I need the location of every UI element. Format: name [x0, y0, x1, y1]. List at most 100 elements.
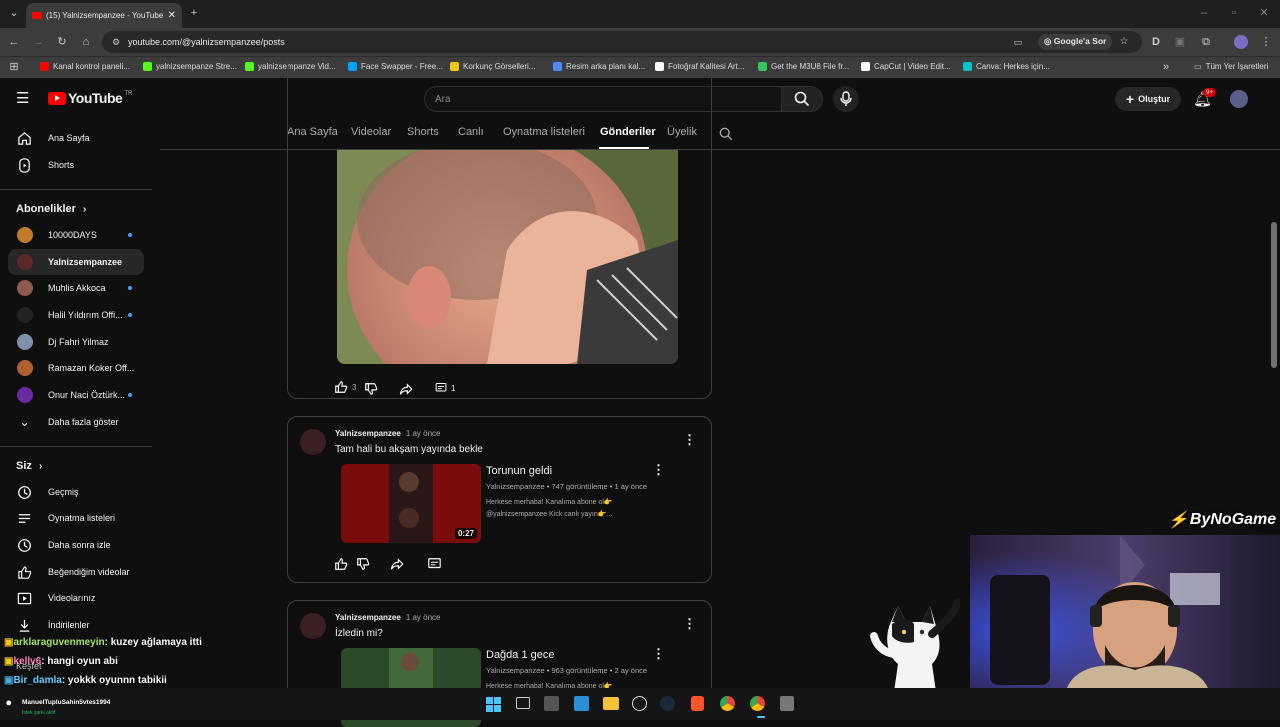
bookmark-8[interactable]: CapCut | Video Edit...	[861, 62, 951, 71]
thumbs-down-icon[interactable]	[364, 382, 378, 396]
close-window-icon[interactable]: ✕	[1256, 6, 1272, 20]
bookmark-favicon-icon	[143, 62, 152, 71]
thumbs-up-icon[interactable]	[334, 557, 348, 571]
brave-icon[interactable]	[691, 696, 704, 711]
windows-start-icon[interactable]	[486, 697, 501, 712]
post-text: İzledin mi?	[335, 628, 383, 639]
home-icon[interactable]: ⌂	[78, 35, 94, 49]
voice-search-button[interactable]	[833, 86, 859, 112]
bookmark-1[interactable]: yalnizsempanze Stre...	[143, 62, 237, 71]
sidebar-item-watch-later[interactable]: Daha sonra izle	[8, 532, 144, 558]
video-menu-icon[interactable]: ⋮	[652, 463, 665, 476]
video-thumbnail[interactable]: 0:27	[341, 464, 481, 543]
chrome-profile-icon[interactable]	[750, 696, 765, 711]
sidebar-item-label: Muhlis Akkoca	[48, 283, 106, 293]
youtube-logo[interactable]: YouTube TR	[48, 90, 132, 106]
extension-icon[interactable]: ▣	[1172, 35, 1188, 49]
search-button[interactable]	[781, 86, 823, 112]
extension-d-icon[interactable]: D	[1148, 35, 1164, 49]
close-tab-icon[interactable]: ✕	[168, 10, 176, 21]
file-explorer-icon[interactable]	[603, 697, 619, 710]
page-scrollbar-thumb[interactable]	[1271, 222, 1277, 368]
sidebar-item-label: Shorts	[48, 160, 75, 170]
comments-button[interactable]: 1	[435, 382, 455, 394]
bookmark-7[interactable]: Get the M3U8 File fr...	[758, 62, 849, 71]
post-menu-icon[interactable]: ⋮	[683, 433, 696, 446]
chrome-icon[interactable]	[720, 696, 735, 711]
cat-sticker	[870, 598, 960, 692]
sidebar-item-history[interactable]: Geçmiş	[8, 479, 144, 505]
sidebar-sub-halil-yildirim[interactable]: Halil Yıldırım Offi...	[8, 302, 144, 328]
youtube-wordmark: YouTube	[68, 90, 123, 106]
video-title[interactable]: Dağda 1 gece	[486, 649, 555, 661]
bookmark-9[interactable]: Canva: Herkes için...	[963, 62, 1050, 71]
channel-avatar[interactable]	[300, 429, 326, 455]
app-icon[interactable]	[544, 696, 559, 711]
folder-icon: ▭	[1194, 62, 1202, 71]
app-icon[interactable]	[780, 696, 794, 711]
sidebar-item-liked-videos[interactable]: Beğendiğim videolar	[8, 559, 144, 585]
post-channel-name[interactable]: Yalnizsempanzee 1 ay önce	[335, 613, 441, 622]
chrome-menu-icon[interactable]: ⋮	[1258, 35, 1274, 49]
channel-avatar	[17, 387, 33, 403]
task-view-icon[interactable]	[516, 697, 530, 709]
bookmark-star-icon[interactable]: ☆	[1116, 35, 1132, 49]
sidebar-sub-onur-naci-ozturk[interactable]: Onur Naci Öztürk...	[8, 382, 144, 408]
subscriptions-header[interactable]: Abonelikler ›	[16, 203, 86, 215]
site-info-icon[interactable]: ⚙	[108, 35, 124, 49]
thumbs-down-icon[interactable]	[356, 557, 370, 571]
address-bar[interactable]: ⚙ youtube.com/@yalnizsempanzee/posts ▭ ◎…	[102, 31, 1142, 53]
sidebar-sub-dj-fahri-yilmaz[interactable]: Dj Fahri Yilmaz	[8, 329, 144, 355]
all-bookmarks-folder[interactable]: ▭ Tüm Yer İşaretleri	[1194, 62, 1268, 71]
bookmark-label: CapCut | Video Edit...	[874, 62, 951, 71]
windows-taskbar: ⦁ ManuelTupluSahin5vtes1994 İstek şarkı …	[0, 688, 1280, 720]
back-icon[interactable]: ←	[6, 35, 22, 49]
sidebar-item-shorts[interactable]: Shorts	[8, 152, 144, 178]
sidebar-item-downloads[interactable]: İndirilenler	[8, 612, 144, 638]
channel-search-icon[interactable]	[719, 127, 733, 141]
new-tab-icon[interactable]: +	[186, 6, 202, 20]
photos-icon[interactable]	[574, 696, 589, 711]
post-menu-icon[interactable]: ⋮	[683, 617, 696, 630]
post-image[interactable]	[337, 150, 678, 364]
extensions-puzzle-icon[interactable]: ⧉	[1198, 35, 1214, 49]
share-icon[interactable]	[390, 557, 405, 571]
steam-icon[interactable]	[660, 696, 675, 711]
browser-tab[interactable]: (15) Yalnizsempanzee - YouTube ✕	[26, 3, 182, 28]
sidebar-sub-10000days[interactable]: 10000DAYS	[8, 222, 144, 248]
sidebar-sub-ramazan-koker[interactable]: Ramazan Koker Off...	[8, 355, 144, 381]
post-channel-name[interactable]: Yalnizsempanzee 1 ay önce	[335, 429, 441, 438]
sidebar-item-playlists[interactable]: Oynatma listeleri	[8, 505, 144, 531]
cast-icon[interactable]: ▭	[1010, 35, 1026, 49]
you-header[interactable]: Siz ›	[16, 460, 42, 472]
apps-grid-icon[interactable]: ⊞	[6, 60, 22, 74]
share-icon[interactable]	[399, 382, 414, 396]
ask-google-button[interactable]: ◎ Google'a Sor	[1038, 34, 1113, 50]
show-more-button[interactable]: ⌄ Daha fazla göster	[8, 409, 144, 435]
minimize-icon[interactable]: –	[1196, 6, 1212, 20]
post-text: Tam hali bu akşam yayında bekle	[335, 444, 483, 455]
tab-title: (15) Yalnizsempanzee - YouTube	[46, 11, 164, 20]
video-menu-icon[interactable]: ⋮	[652, 647, 665, 660]
hamburger-menu-icon[interactable]: ☰	[16, 91, 29, 106]
sidebar-item-your-videos[interactable]: Videolarınız	[8, 585, 144, 611]
comment-count: 1	[451, 383, 456, 393]
region-code: TR	[124, 91, 133, 97]
sidebar-sub-muhlis-akkoca[interactable]: Muhlis Akkoca	[8, 275, 144, 301]
restore-icon[interactable]: ▫	[1226, 6, 1242, 20]
profile-avatar[interactable]	[1234, 35, 1248, 49]
comment-icon[interactable]	[427, 557, 442, 571]
channel-avatar[interactable]	[300, 613, 326, 639]
tab-search-icon[interactable]: ⌄	[6, 6, 22, 20]
reload-icon[interactable]: ↻	[54, 35, 70, 49]
sidebar-sub-yalnizsempanzee[interactable]: Yalnizsempanzee	[8, 249, 144, 275]
more-bookmarks-icon[interactable]: »	[1158, 60, 1174, 74]
create-button[interactable]: + Oluştur	[1115, 87, 1181, 111]
obs-icon[interactable]	[632, 696, 647, 711]
bookmark-0[interactable]: Kanal kontrol paneli...	[40, 62, 130, 71]
like-button[interactable]: 3	[334, 380, 356, 394]
video-title[interactable]: Torunun geldi	[486, 465, 552, 477]
sidebar-item-home[interactable]: Ana Sayfa	[8, 125, 144, 151]
account-avatar[interactable]	[1230, 90, 1248, 108]
forward-icon[interactable]: →	[30, 35, 46, 49]
